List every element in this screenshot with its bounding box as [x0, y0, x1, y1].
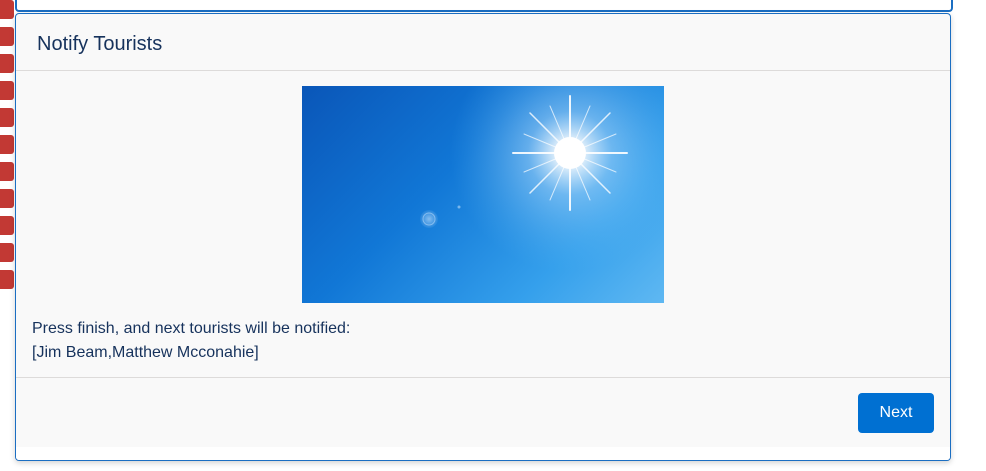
- sunny-sky-image: [302, 86, 664, 303]
- side-tag[interactable]: [0, 270, 14, 289]
- side-tag[interactable]: [0, 135, 14, 154]
- modal-footer: Next: [16, 377, 950, 448]
- side-tag[interactable]: [0, 0, 14, 19]
- next-button[interactable]: Next: [858, 393, 934, 433]
- background-card: [15, 0, 953, 12]
- modal-bottom-strip: [16, 447, 950, 460]
- modal-title: Notify Tourists: [37, 33, 163, 55]
- side-tag[interactable]: [0, 81, 14, 100]
- modal-header: Notify Tourists: [16, 14, 950, 71]
- side-tag[interactable]: [0, 216, 14, 235]
- side-tag[interactable]: [0, 27, 14, 46]
- tourist-list: [Jim Beam,Matthew Mcconahie]: [32, 344, 259, 361]
- notify-tourists-modal: Notify Tourists Press finish, and next t…: [15, 13, 951, 461]
- sun-icon: [302, 86, 664, 303]
- message-instruction: Press finish, and next tourists will be …: [32, 320, 351, 337]
- side-tag[interactable]: [0, 189, 14, 208]
- side-tag[interactable]: [0, 108, 14, 127]
- side-tag[interactable]: [0, 243, 14, 262]
- left-tag-strip: [0, 0, 16, 471]
- side-tag[interactable]: [0, 162, 14, 181]
- notification-message: Press finish, and next tourists will be …: [32, 317, 932, 365]
- side-tag[interactable]: [0, 54, 14, 73]
- modal-body: Press finish, and next tourists will be …: [16, 71, 950, 377]
